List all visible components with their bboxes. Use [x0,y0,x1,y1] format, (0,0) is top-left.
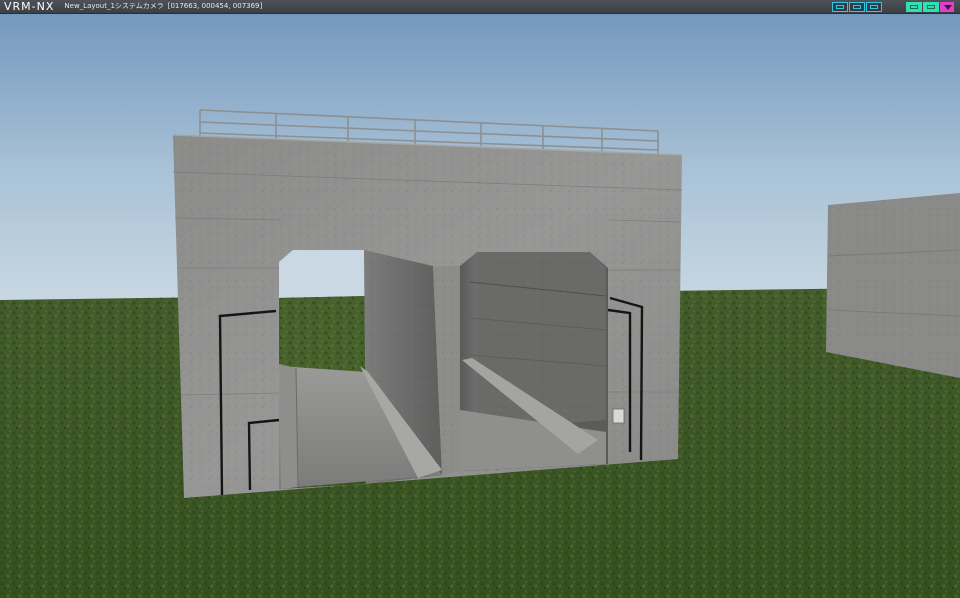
distant-concrete-wall [826,193,960,378]
view-single-icon[interactable] [866,2,882,12]
view-split-icon[interactable] [849,2,865,12]
menu-dropdown-icon[interactable] [940,2,954,12]
view-toolbar [832,2,882,12]
window-controls [906,2,954,12]
camera-coordinates: [017663, 000454, 007369] [167,2,263,10]
layout-camera-title: New_Layout_1システムカメラ [64,2,164,10]
right-tunnel [460,252,608,471]
app-logo: VRM-NX [4,0,55,13]
left-tunnel [279,250,442,489]
title-bar: VRM-NX New_Layout_1システムカメラ [017663, 00045… [0,0,960,14]
minimize-icon[interactable] [906,2,922,12]
window-title: New_Layout_1システムカメラ [017663, 000454, 0073… [64,0,262,13]
restore-icon[interactable] [923,2,939,12]
3d-viewport[interactable] [0,0,960,598]
junction-box [612,408,625,424]
view-mode-icon[interactable] [832,2,848,12]
